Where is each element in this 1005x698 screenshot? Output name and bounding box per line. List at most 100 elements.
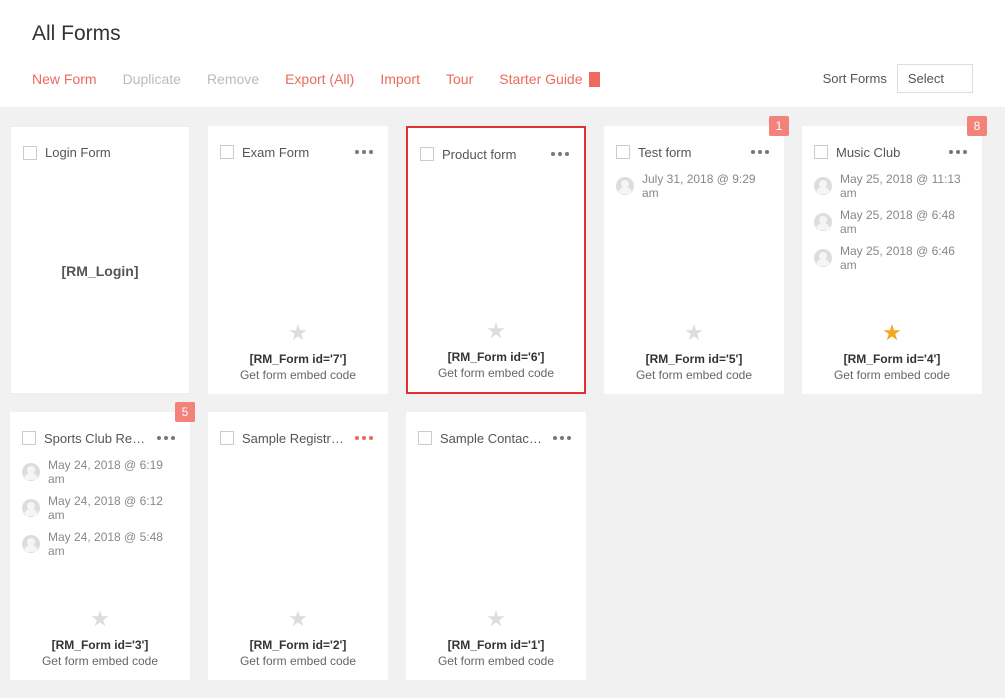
avatar-icon <box>22 499 40 517</box>
card-menu-button[interactable] <box>154 430 178 446</box>
list-item[interactable]: May 24, 2018 @ 6:19 am <box>22 458 178 486</box>
entry-timestamp: May 25, 2018 @ 6:48 am <box>840 208 970 236</box>
card-header: Exam Form <box>220 144 376 160</box>
new-form-link[interactable]: New Form <box>32 71 97 87</box>
card-menu-button[interactable] <box>352 430 376 446</box>
entry-timestamp: May 24, 2018 @ 6:19 am <box>48 458 178 486</box>
import-link[interactable]: Import <box>380 71 420 87</box>
checkbox[interactable] <box>814 145 828 159</box>
card-title: Sports Club Registrati... <box>44 431 146 446</box>
entry-timestamp: July 31, 2018 @ 9:29 am <box>642 172 772 200</box>
embed-link[interactable]: Get form embed code <box>220 368 376 382</box>
notification-badge: 1 <box>769 116 789 136</box>
star-icon[interactable]: ★ <box>814 322 970 344</box>
entry-timestamp: May 24, 2018 @ 5:48 am <box>48 530 178 558</box>
star-icon[interactable]: ★ <box>420 320 572 342</box>
form-card-product[interactable]: Product form ★ [RM_Form id='6'] Get form… <box>406 126 586 394</box>
embed-link[interactable]: Get form embed code <box>418 654 574 668</box>
starter-guide-label: Starter Guide <box>499 71 582 87</box>
shortcode-label: [RM_Form id='3'] <box>22 638 178 652</box>
page-title: All Forms <box>32 0 973 64</box>
sort-forms-control: Sort Forms Select <box>823 64 973 93</box>
shortcode-label: [RM_Form id='4'] <box>814 352 970 366</box>
card-title: Login Form <box>45 145 177 160</box>
card-header: Sample Registration ... <box>220 430 376 446</box>
card-menu-button[interactable] <box>946 144 970 160</box>
card-title: Music Club <box>836 145 938 160</box>
embed-link[interactable]: Get form embed code <box>420 366 572 380</box>
form-card-sample-registration[interactable]: Sample Registration ... ★ [RM_Form id='2… <box>208 412 388 680</box>
login-shortcode: [RM_Login] <box>62 263 139 279</box>
entries-list: May 24, 2018 @ 6:19 am May 24, 2018 @ 6:… <box>22 458 178 558</box>
checkbox[interactable] <box>220 431 234 445</box>
avatar-icon <box>814 213 832 231</box>
shortcode-label: [RM_Form id='6'] <box>420 350 572 364</box>
embed-link[interactable]: Get form embed code <box>814 368 970 382</box>
card-title: Product form <box>442 147 540 162</box>
card-footer: ★ [RM_Form id='3'] Get form embed code <box>22 608 178 668</box>
star-icon[interactable]: ★ <box>418 608 574 630</box>
card-footer: ★ [RM_Form id='7'] Get form embed code <box>220 322 376 382</box>
form-card-test[interactable]: 1 Test form July 31, 2018 @ 9:29 am ★ [R… <box>604 126 784 394</box>
form-card-sports[interactable]: 5 Sports Club Registrati... May 24, 2018… <box>10 412 190 680</box>
export-link[interactable]: Export (All) <box>285 71 354 87</box>
card-header: Sample Contact Form <box>418 430 574 446</box>
avatar-icon <box>814 177 832 195</box>
card-footer: ★ [RM_Form id='4'] Get form embed code <box>814 322 970 382</box>
form-card-exam[interactable]: Exam Form ★ [RM_Form id='7'] Get form em… <box>208 126 388 394</box>
shortcode-label: [RM_Form id='2'] <box>220 638 376 652</box>
starter-guide-link[interactable]: Starter Guide <box>499 71 599 87</box>
card-title: Sample Registration ... <box>242 431 344 446</box>
list-item[interactable]: May 25, 2018 @ 6:46 am <box>814 244 970 272</box>
forms-grid: Login Form [RM_Login] Exam Form ★ [RM_Fo… <box>0 108 1005 698</box>
list-item[interactable]: May 25, 2018 @ 6:48 am <box>814 208 970 236</box>
embed-link[interactable]: Get form embed code <box>22 654 178 668</box>
form-card-sample-contact[interactable]: Sample Contact Form ★ [RM_Form id='1'] G… <box>406 412 586 680</box>
embed-link[interactable]: Get form embed code <box>220 654 376 668</box>
star-icon[interactable]: ★ <box>22 608 178 630</box>
card-header: Sports Club Registrati... <box>22 430 178 446</box>
card-header: Music Club <box>814 144 970 160</box>
avatar-icon <box>616 177 634 195</box>
form-card-music[interactable]: 8 Music Club May 25, 2018 @ 11:13 am May… <box>802 126 982 394</box>
checkbox[interactable] <box>22 431 36 445</box>
entries-list: July 31, 2018 @ 9:29 am <box>616 172 772 200</box>
avatar-icon <box>22 535 40 553</box>
checkbox[interactable] <box>418 431 432 445</box>
card-footer: ★ [RM_Form id='5'] Get form embed code <box>616 322 772 382</box>
checkbox[interactable] <box>420 147 434 161</box>
list-item[interactable]: May 24, 2018 @ 5:48 am <box>22 530 178 558</box>
card-footer: ★ [RM_Form id='2'] Get form embed code <box>220 608 376 668</box>
list-item[interactable]: July 31, 2018 @ 9:29 am <box>616 172 772 200</box>
shortcode-label: [RM_Form id='7'] <box>220 352 376 366</box>
sort-select[interactable]: Select <box>897 64 973 93</box>
header: All Forms New Form Duplicate Remove Expo… <box>0 0 1005 108</box>
embed-link[interactable]: Get form embed code <box>616 368 772 382</box>
duplicate-link[interactable]: Duplicate <box>123 71 181 87</box>
entries-list: May 25, 2018 @ 11:13 am May 25, 2018 @ 6… <box>814 172 970 272</box>
entry-timestamp: May 25, 2018 @ 11:13 am <box>840 172 970 200</box>
tour-link[interactable]: Tour <box>446 71 473 87</box>
star-icon[interactable]: ★ <box>220 322 376 344</box>
card-menu-button[interactable] <box>748 144 772 160</box>
card-menu-button[interactable] <box>550 430 574 446</box>
checkbox[interactable] <box>616 145 630 159</box>
card-menu-button[interactable] <box>352 144 376 160</box>
avatar-icon <box>814 249 832 267</box>
star-icon[interactable]: ★ <box>220 608 376 630</box>
list-item[interactable]: May 24, 2018 @ 6:12 am <box>22 494 178 522</box>
card-footer: ★ [RM_Form id='1'] Get form embed code <box>418 608 574 668</box>
card-menu-button[interactable] <box>548 146 572 162</box>
form-card-login[interactable]: Login Form [RM_Login] <box>10 126 190 394</box>
entry-timestamp: May 25, 2018 @ 6:46 am <box>840 244 970 272</box>
login-body: [RM_Login] <box>23 160 177 381</box>
notification-badge: 8 <box>967 116 987 136</box>
sort-label: Sort Forms <box>823 71 887 86</box>
checkbox[interactable] <box>220 145 234 159</box>
star-icon[interactable]: ★ <box>616 322 772 344</box>
card-title: Exam Form <box>242 145 344 160</box>
checkbox[interactable] <box>23 146 37 160</box>
list-item[interactable]: May 25, 2018 @ 11:13 am <box>814 172 970 200</box>
remove-link[interactable]: Remove <box>207 71 259 87</box>
card-header: Login Form <box>23 145 177 160</box>
